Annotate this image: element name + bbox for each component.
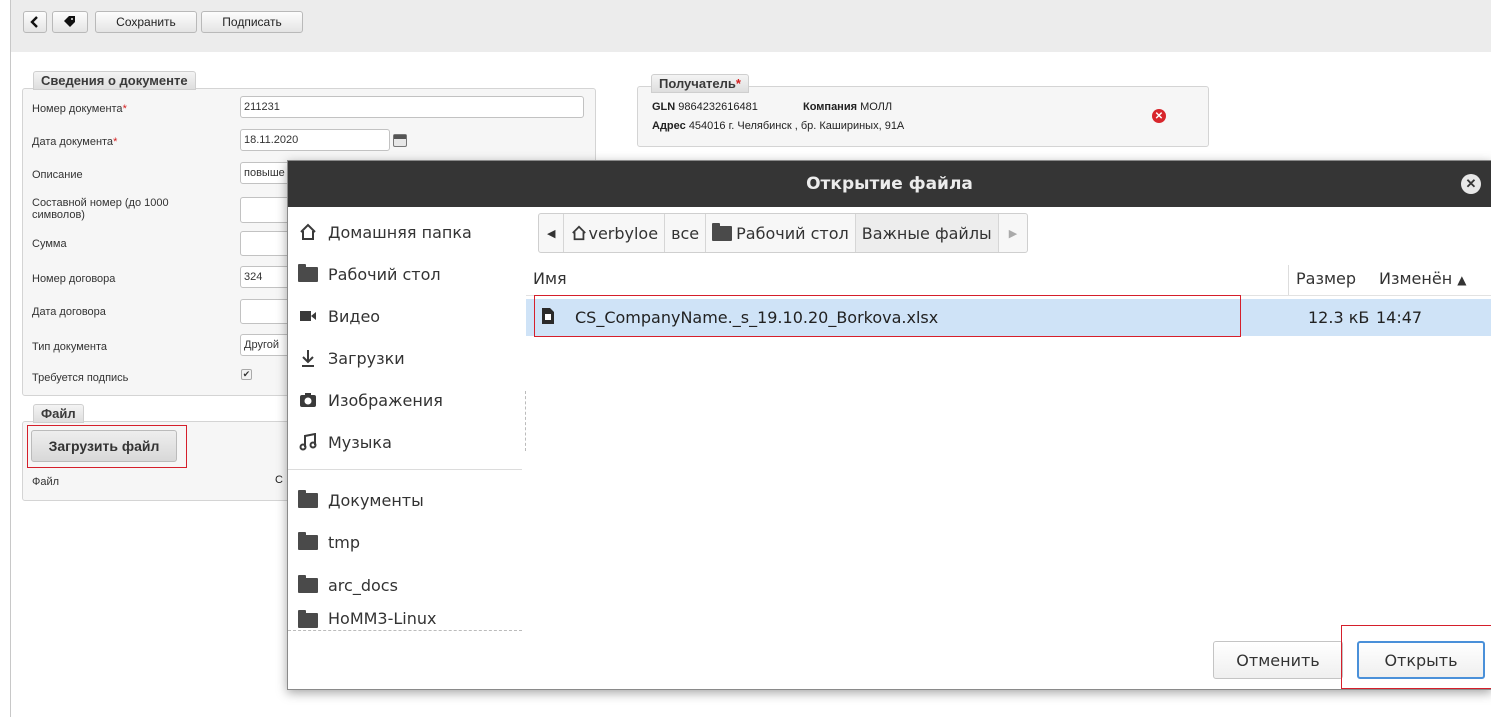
folder-icon [298, 574, 318, 593]
place-label: Музыка [328, 432, 392, 452]
music-icon [299, 433, 317, 451]
compound-number-label: Составной номер (до 1000 символов) [32, 197, 169, 221]
place-music[interactable]: Музыка [288, 421, 522, 463]
breadcrumb-home[interactable]: verbyloe [564, 214, 666, 252]
folder-icon [298, 531, 318, 550]
cancel-button[interactable]: Отменить [1213, 641, 1343, 679]
file-value: C [275, 474, 283, 486]
places-divider [288, 469, 522, 470]
video-icon [300, 311, 316, 321]
contract-date-label: Дата договора [32, 306, 106, 318]
remove-recipient-icon[interactable]: ✕ [1152, 109, 1166, 123]
document-date-input[interactable]: 18.11.2020 [240, 129, 390, 151]
tag-icon [64, 16, 75, 27]
place-label: Рабочий стол [328, 264, 441, 284]
tag-button[interactable] [52, 11, 88, 33]
contract-number-label: Номер договора [32, 273, 116, 285]
breadcrumb-desktop[interactable]: Рабочий стол [706, 214, 856, 252]
place-downloads[interactable]: Загрузки [288, 337, 522, 379]
needs-sign-label: Требуется подпись [32, 372, 129, 384]
sum-label: Сумма [32, 238, 67, 250]
folder-icon [298, 489, 318, 508]
column-size[interactable]: Размер [1296, 269, 1356, 288]
recipient-company: Компания МОЛЛ [803, 101, 893, 113]
breadcrumb: ◀ verbyloe все Рабочий стол Важные файлы… [538, 213, 1029, 253]
home-icon [300, 223, 316, 240]
recipient-panel [637, 86, 1209, 147]
camera-icon [300, 393, 316, 407]
highlight-upload [27, 425, 187, 468]
save-button[interactable]: Сохранить [95, 11, 197, 33]
highlight-file [534, 295, 1241, 337]
date-label: Дата документа* [32, 136, 118, 148]
home-icon [572, 225, 587, 241]
breadcrumb-label: Важные файлы [861, 223, 992, 243]
document-number-input[interactable]: 211231 [240, 96, 584, 118]
sign-button[interactable]: Подписать [201, 11, 303, 33]
back-button[interactable] [23, 11, 47, 33]
place-documents[interactable]: Документы [288, 479, 522, 521]
number-label: Номер документа* [32, 103, 127, 115]
place-homm3[interactable]: HoMM3-Linux [288, 609, 522, 631]
pane-separator[interactable] [525, 391, 526, 451]
breadcrumb-label: все [671, 223, 700, 243]
column-divider [1288, 265, 1289, 295]
needs-sign-checkbox[interactable]: ✔ [241, 369, 252, 380]
place-label: Видео [328, 306, 381, 326]
breadcrumb-label: Рабочий стол [736, 223, 849, 243]
breadcrumb-forward[interactable]: ▶ [999, 214, 1027, 252]
place-label: Загрузки [328, 348, 405, 368]
description-label: Описание [32, 169, 83, 181]
download-icon [302, 350, 314, 367]
column-name[interactable]: Имя [533, 269, 567, 288]
dialog-title: Открытие файла [288, 161, 1491, 207]
scroll-edge [288, 630, 522, 631]
file-modified: 14:47 [1376, 308, 1423, 327]
doc-type-label: Тип документа [32, 341, 108, 353]
breadcrumb-label: verbyloe [588, 223, 659, 243]
place-video[interactable]: Видео [288, 295, 522, 337]
place-arc-docs[interactable]: arc_docs [288, 564, 522, 606]
breadcrumb-back[interactable]: ◀ [539, 214, 565, 252]
file-open-dialog: Открытие файла ✕ Домашняя папка Рабочий … [287, 160, 1491, 690]
place-home[interactable]: Домашняя папка [288, 211, 522, 253]
folder-icon [712, 222, 733, 241]
column-modified[interactable]: Изменён ▲ [1379, 269, 1466, 288]
place-desktop[interactable]: Рабочий стол [288, 253, 522, 295]
place-label: tmp [328, 532, 361, 552]
place-label: Документы [328, 490, 424, 510]
recipient-legend: Получатель * [651, 74, 749, 93]
folder-icon [298, 263, 318, 282]
arrow-left-icon [30, 16, 38, 28]
close-icon[interactable]: ✕ [1461, 174, 1481, 194]
left-border [10, 52, 11, 717]
document-info-legend: Сведения о документе [33, 71, 196, 90]
place-tmp[interactable]: tmp [288, 521, 522, 563]
place-label: HoMM3-Linux [328, 609, 437, 628]
place-label: arc_docs [328, 575, 398, 595]
calendar-icon[interactable] [393, 134, 407, 147]
place-label: Домашняя папка [328, 222, 472, 242]
place-pictures[interactable]: Изображения [288, 379, 522, 421]
recipient-address: Адрес 454016 г. Челябинск , бр. Каширины… [652, 120, 905, 132]
place-label: Изображения [328, 390, 443, 410]
recipient-gln: GLN 9864232616481 [652, 101, 758, 113]
highlight-open [1341, 625, 1491, 689]
folder-icon [298, 610, 318, 628]
breadcrumb-important[interactable]: Важные файлы [855, 214, 999, 252]
file-size: 12.3 кБ [1308, 308, 1370, 327]
file-legend: Файл [33, 404, 84, 423]
file-label: Файл [32, 476, 60, 488]
breadcrumb-all[interactable]: все [665, 214, 707, 252]
